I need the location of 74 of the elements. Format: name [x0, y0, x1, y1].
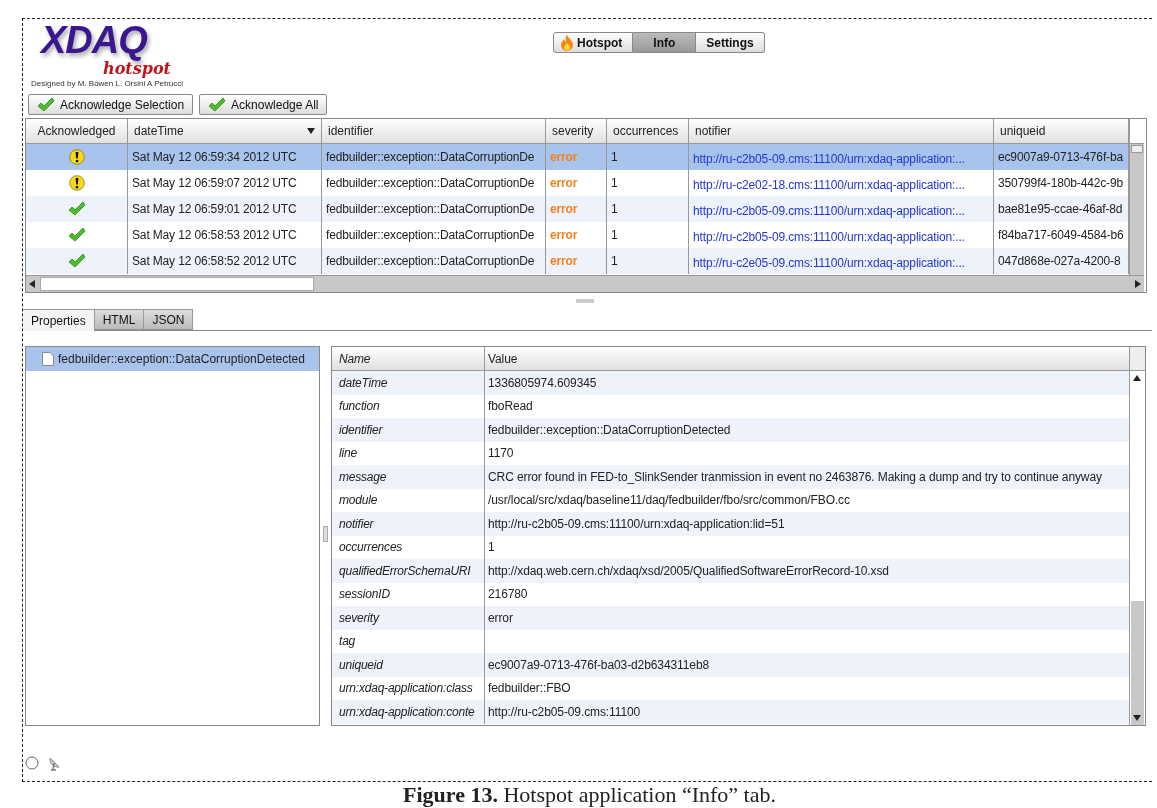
nav-tab[interactable]: Settings: [696, 32, 765, 53]
table-cell: Sat May 12 06:59:34 2012 UTC: [128, 144, 322, 170]
property-value: http://xdaq.web.cern.ch/xdaq/xsd/2005/QualifiedSoftwareErrorRecord-10.xsd: [488, 563, 889, 578]
logo-credit: Designed by M. Bowen L. Orsini A Petrucci: [31, 79, 184, 88]
property-name: urn:xdaq-application:conte: [332, 700, 485, 724]
property-value: /usr/local/src/xdaq/baseline11/daq/fedbuilder/fbo/src/common/FBO.cc: [488, 493, 850, 508]
table-cell: 1: [607, 144, 689, 170]
property-value: 1170: [488, 446, 514, 461]
property-value: fboRead: [488, 399, 533, 414]
detail-tab[interactable]: Properties: [23, 309, 95, 331]
column-header[interactable]: severity: [546, 119, 607, 143]
flame-icon: [560, 34, 574, 51]
property-value: error: [488, 610, 513, 625]
column-header[interactable]: identifier: [322, 119, 546, 143]
property-value: fedbuilder::exception::DataCorruptionDetected: [488, 422, 731, 437]
property-name: identifier: [332, 418, 485, 442]
property-value: CRC error found in FED-to_SlinkSender tranmission in event no 2463876. Making a dump and try to continue anyway: [488, 469, 1102, 484]
table-cell: error: [546, 196, 607, 222]
table-cell: http://ru-c2e05-09.cms:11100/urn:xdaq-application:...: [689, 248, 994, 274]
table-cell: fedbuilder::exception::DataCorruptionDe: [322, 248, 546, 274]
column-header[interactable]: dateTime: [128, 119, 322, 143]
alarm-row[interactable]: Sat May 12 06:58:52 2012 UTC fedbuilder::exception::DataCorruptionDe error 1 http://ru-c2e05-09.cms:11100/urn:xdaq-application:... 047d868e-027a-4200-8: [26, 248, 1129, 274]
table-cell: fedbuilder::exception::DataCorruptionDe: [322, 144, 546, 170]
vertical-scrollbar[interactable]: [1129, 119, 1144, 275]
column-header[interactable]: occurrences: [607, 119, 689, 143]
property-value: http://ru-c2b05-09.cms:11100: [488, 704, 641, 719]
logo-title: XDAQ: [41, 21, 147, 59]
logo-subtitle: hotspot: [103, 60, 171, 77]
table-cell: error: [546, 144, 607, 170]
table-cell: http://ru-c2b05-09.cms:11100/urn:xdaq-application:...: [689, 196, 994, 222]
acknowledge-button[interactable]: Acknowledge Selection: [28, 94, 194, 115]
column-header[interactable]: Name: [332, 347, 485, 370]
property-value: http://ru-c2b05-09.cms:11100/urn:xdaq-application:lid=51: [488, 516, 785, 531]
scroll-down-icon[interactable]: [1133, 715, 1141, 721]
table-cell: fedbuilder::exception::DataCorruptionDe: [322, 196, 546, 222]
acknowledge-button[interactable]: Acknowledge All: [199, 94, 328, 115]
property-name: qualifiedErrorSchemaURI: [332, 559, 485, 583]
nav-tab[interactable]: Info: [633, 32, 697, 53]
table-cell: error: [546, 248, 607, 274]
check-icon: [37, 97, 55, 112]
tree-item[interactable]: fedbuilder::exception::DataCorruptionDetected: [26, 347, 319, 371]
column-header[interactable]: Acknowledged: [26, 119, 128, 143]
splitter-handle[interactable]: [576, 299, 594, 303]
property-name: notifier: [332, 512, 485, 536]
property-value: ec9007a9-0713-476f-ba03-d2b634311eb8: [488, 657, 710, 672]
circle-icon: [25, 756, 39, 770]
scroll-up-icon[interactable]: [1133, 375, 1141, 381]
property-value: 1336805974.609345: [488, 375, 597, 390]
property-name: dateTime: [332, 371, 485, 395]
nav-tab[interactable]: Hotspot: [553, 32, 634, 53]
alarm-row[interactable]: Sat May 12 06:59:01 2012 UTC fedbuilder::exception::DataCorruptionDe error 1 http://ru-c2b05-09.cms:11100/urn:xdaq-application:... bae81e95-ccae-46af-8d: [26, 196, 1129, 222]
property-value: 1: [488, 540, 495, 555]
splitter-handle[interactable]: [323, 526, 328, 542]
figure-caption: Figure 13. Hotspot application “Info” tab.: [402, 782, 777, 807]
table-cell: 1: [607, 248, 689, 274]
property-name: uniqueid: [332, 653, 485, 677]
alarm-row[interactable]: Sat May 12 06:59:34 2012 UTC fedbuilder::exception::DataCorruptionDe error 1 http://ru-c2b05-09.cms:11100/urn:xdaq-application:... ec9007a9-0713-476f-ba: [26, 144, 1129, 170]
detail-tab[interactable]: HTML: [94, 309, 145, 330]
document-icon: [42, 352, 54, 366]
check-icon: [208, 97, 227, 112]
property-name: message: [332, 465, 485, 489]
scroll-right-icon[interactable]: [1135, 280, 1141, 288]
column-header[interactable]: Value: [485, 347, 1129, 370]
table-cell: Sat May 12 06:58:52 2012 UTC: [128, 248, 322, 274]
property-value: fedbuilder::FBO: [488, 681, 571, 696]
table-cell: 1: [607, 196, 689, 222]
detail-tab[interactable]: JSON: [144, 309, 194, 330]
horizontal-scrollbar[interactable]: [26, 275, 1144, 292]
column-header[interactable]: notifier: [689, 119, 994, 143]
table-cell: http://ru-c2b05-09.cms:11100/urn:xdaq-application:...: [689, 144, 994, 170]
property-name: severity: [332, 606, 485, 630]
scroll-left-icon[interactable]: [29, 280, 35, 288]
property-value: 216780: [488, 587, 528, 602]
table-cell: Sat May 12 06:59:01 2012 UTC: [128, 196, 322, 222]
